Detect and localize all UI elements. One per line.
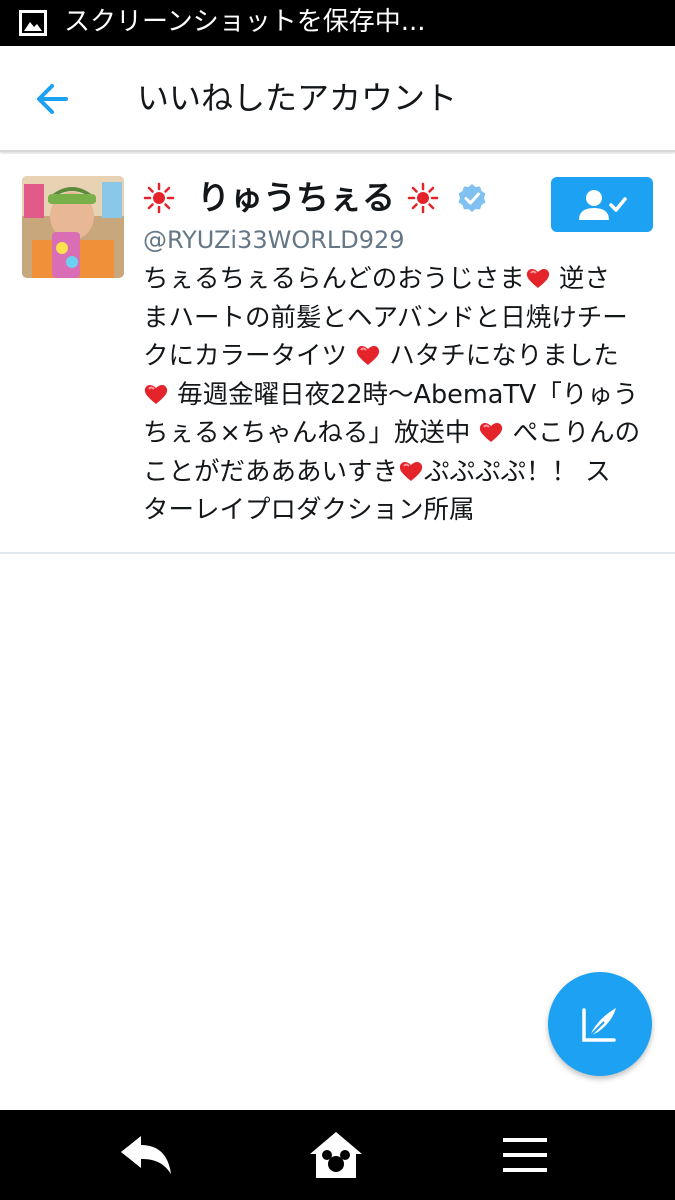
system-nav-bar — [0, 1110, 675, 1200]
heart-emoji-icon — [356, 346, 380, 365]
menu-icon[interactable] — [495, 1130, 555, 1180]
bio-line: まハートの前髪とヘアバンドと日焼けチー — [143, 299, 659, 338]
bio-line: ちぇるちぇるらんどのおうじさま 逆さ — [143, 260, 659, 299]
bio-line: 毎週金曜日夜22時〜AbemaTV「りゅう — [143, 376, 659, 415]
bio-text: ことがだあああいすき — [143, 456, 399, 487]
bio-text: ぷぷぷぷ！！ ス — [424, 456, 611, 487]
image-icon — [19, 10, 47, 36]
bio-text: まハートの前髪とヘアバンドと日焼けチー — [143, 302, 628, 333]
verified-badge-icon — [458, 184, 486, 212]
avatar[interactable] — [22, 176, 124, 278]
bio-text: ターレイプロダクション所属 — [143, 495, 475, 525]
account-list-item[interactable]: りゅうちぇる @RYUZi33WORLD929 ちぇるちぇるらんどのおうじさま … — [0, 154, 675, 554]
bio-text: クにカラータイツ — [143, 341, 356, 371]
bio-text: ぺこりんの — [504, 418, 641, 448]
status-text: スクリーンショットを保存中... — [64, 7, 426, 37]
heart-emoji-icon — [399, 461, 423, 481]
bio-line: ターレイプロダクション所属 — [143, 491, 659, 530]
status-bar: スクリーンショットを保存中... — [0, 0, 675, 46]
bio-text: 逆さ — [550, 264, 610, 294]
following-button[interactable] — [551, 177, 653, 232]
user-following-icon — [579, 189, 627, 220]
heart-emoji-icon — [526, 269, 549, 288]
heart-emoji-icon — [480, 423, 503, 442]
display-name: りゅうちぇる — [197, 178, 395, 217]
sun-emoji-icon — [143, 182, 175, 214]
bio-line: クにカラータイツ ハタチになりました — [143, 337, 659, 376]
back-arrow-icon[interactable] — [26, 74, 80, 124]
page-title: いいねしたアカウント — [137, 79, 458, 117]
bio-text: ちぇる×ちゃんねる」放送中 — [143, 418, 479, 448]
bio-text: ちぇるちぇるらんどのおうじさま — [143, 264, 525, 294]
bio-line: ことがだあああいすき ぷぷぷぷ！！ ス — [143, 453, 659, 492]
bio-text: ハタチになりました — [381, 341, 619, 371]
user-handle: @RYUZi33WORLD929 — [143, 226, 405, 254]
back-icon[interactable] — [117, 1130, 177, 1180]
home-icon[interactable] — [306, 1130, 366, 1180]
user-bio: ちぇるちぇるらんどのおうじさま 逆さ まハートの前髪とヘアバンドと日焼けチー クにカ… — [143, 260, 659, 530]
compose-tweet-button[interactable] — [548, 972, 652, 1076]
app-header: いいねしたアカウント — [0, 46, 675, 152]
bio-line: ちぇる×ちゃんねる」放送中 ぺこりんの — [143, 414, 659, 453]
sun-emoji-icon — [407, 182, 439, 214]
compose-tweet-icon — [582, 1008, 616, 1042]
heart-emoji-icon — [144, 384, 168, 404]
name-row: りゅうちぇる — [143, 176, 487, 220]
bio-text: 毎週金曜日夜22時〜AbemaTV「りゅう — [169, 379, 639, 410]
